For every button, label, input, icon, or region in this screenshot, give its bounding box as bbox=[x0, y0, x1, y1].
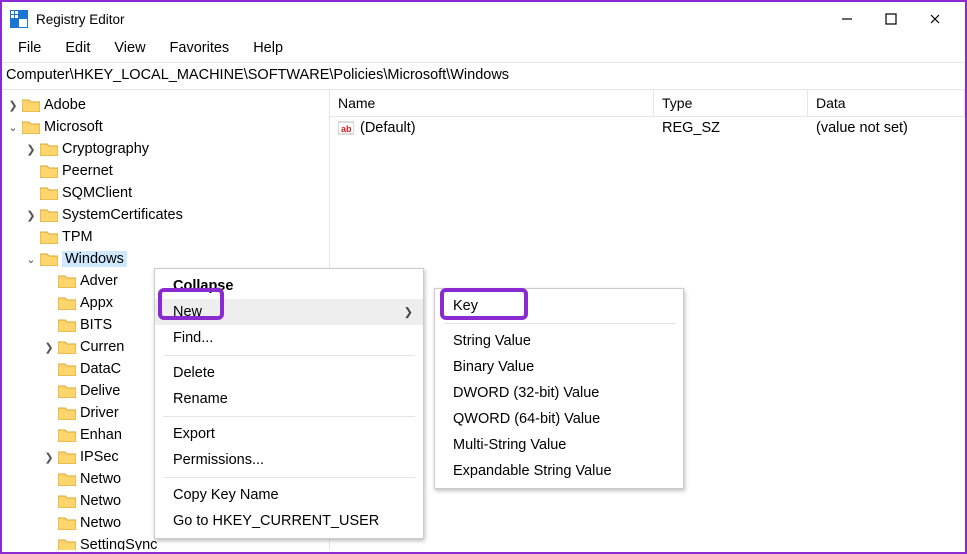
folder-icon bbox=[58, 450, 76, 464]
ctxmenu-copykeyname[interactable]: Copy Key Name bbox=[155, 482, 423, 508]
chevron-down-icon[interactable]: ⌄ bbox=[24, 253, 38, 266]
chevron-right-icon[interactable]: ❯ bbox=[42, 451, 56, 464]
ctxmenu-rename[interactable]: Rename bbox=[155, 386, 423, 412]
submenu-expandable[interactable]: Expandable String Value bbox=[435, 458, 683, 484]
folder-icon bbox=[58, 406, 76, 420]
folder-icon bbox=[58, 516, 76, 530]
ctxmenu-collapse[interactable]: Collapse bbox=[155, 273, 423, 299]
ctxmenu-find[interactable]: Find... bbox=[155, 325, 423, 351]
folder-icon bbox=[58, 296, 76, 310]
context-menu: Collapse New❯ Find... Delete Rename Expo… bbox=[154, 268, 424, 539]
folder-icon bbox=[22, 120, 40, 134]
address-bar[interactable]: Computer\HKEY_LOCAL_MACHINE\SOFTWARE\Pol… bbox=[2, 63, 965, 90]
submenu-string[interactable]: String Value bbox=[435, 328, 683, 354]
list-row-default[interactable]: ab (Default) REG_SZ (value not set) bbox=[330, 117, 965, 139]
folder-icon bbox=[58, 494, 76, 508]
submenu-qword[interactable]: QWORD (64-bit) Value bbox=[435, 406, 683, 432]
tree-node-sqmclient[interactable]: SQMClient bbox=[2, 182, 329, 204]
chevron-right-icon[interactable]: ❯ bbox=[42, 341, 56, 354]
folder-icon bbox=[40, 142, 58, 156]
tree-node-adobe[interactable]: ❯Adobe bbox=[2, 94, 329, 116]
ctxmenu-goto[interactable]: Go to HKEY_CURRENT_USER bbox=[155, 508, 423, 534]
ctxmenu-permissions[interactable]: Permissions... bbox=[155, 447, 423, 473]
tree-node-cryptography[interactable]: ❯Cryptography bbox=[2, 138, 329, 160]
string-value-icon: ab bbox=[338, 120, 354, 136]
title-bar: Registry Editor bbox=[2, 2, 965, 36]
folder-icon bbox=[58, 318, 76, 332]
menu-edit[interactable]: Edit bbox=[55, 38, 100, 58]
folder-icon bbox=[58, 472, 76, 486]
tree-node-tpm[interactable]: TPM bbox=[2, 226, 329, 248]
col-type[interactable]: Type bbox=[654, 90, 808, 116]
ctxmenu-new[interactable]: New❯ bbox=[155, 299, 423, 325]
app-icon bbox=[10, 10, 28, 28]
value-name: (Default) bbox=[360, 120, 416, 136]
submenu-key[interactable]: Key bbox=[435, 293, 683, 319]
tree-node-windows[interactable]: ⌄Windows bbox=[2, 248, 329, 270]
folder-icon bbox=[58, 340, 76, 354]
menu-help[interactable]: Help bbox=[243, 38, 293, 58]
minimize-button[interactable] bbox=[831, 7, 863, 31]
value-data: (value not set) bbox=[808, 117, 965, 139]
chevron-right-icon[interactable]: ❯ bbox=[24, 143, 38, 156]
folder-icon bbox=[40, 230, 58, 244]
col-data[interactable]: Data bbox=[808, 90, 965, 116]
ctxmenu-delete[interactable]: Delete bbox=[155, 360, 423, 386]
menu-bar: File Edit View Favorites Help bbox=[2, 36, 965, 62]
maximize-button[interactable] bbox=[875, 7, 907, 31]
tree-node-microsoft[interactable]: ⌄Microsoft bbox=[2, 116, 329, 138]
ctxmenu-export[interactable]: Export bbox=[155, 421, 423, 447]
submenu-binary[interactable]: Binary Value bbox=[435, 354, 683, 380]
col-name[interactable]: Name bbox=[330, 90, 654, 116]
submenu-multistring[interactable]: Multi-String Value bbox=[435, 432, 683, 458]
chevron-right-icon: ❯ bbox=[404, 306, 413, 319]
folder-icon bbox=[22, 98, 40, 112]
chevron-right-icon[interactable]: ❯ bbox=[24, 209, 38, 222]
folder-icon bbox=[58, 428, 76, 442]
menu-favorites[interactable]: Favorites bbox=[160, 38, 240, 58]
folder-icon bbox=[40, 252, 58, 266]
submenu-new: Key String Value Binary Value DWORD (32-… bbox=[434, 288, 684, 489]
folder-icon bbox=[58, 362, 76, 376]
folder-icon bbox=[40, 164, 58, 178]
folder-icon bbox=[40, 186, 58, 200]
menu-view[interactable]: View bbox=[104, 38, 155, 58]
tree-node-peernet[interactable]: Peernet bbox=[2, 160, 329, 182]
menu-file[interactable]: File bbox=[8, 38, 51, 58]
folder-icon bbox=[40, 208, 58, 222]
list-header: Name Type Data bbox=[330, 90, 965, 117]
window-title: Registry Editor bbox=[36, 12, 831, 27]
submenu-dword[interactable]: DWORD (32-bit) Value bbox=[435, 380, 683, 406]
chevron-down-icon[interactable]: ⌄ bbox=[6, 121, 20, 134]
tree-node-systemcertificates[interactable]: ❯SystemCertificates bbox=[2, 204, 329, 226]
value-type: REG_SZ bbox=[654, 117, 808, 139]
chevron-right-icon[interactable]: ❯ bbox=[6, 99, 20, 112]
folder-icon bbox=[58, 538, 76, 550]
folder-icon bbox=[58, 274, 76, 288]
close-button[interactable] bbox=[919, 7, 951, 31]
folder-icon bbox=[58, 384, 76, 398]
svg-text:ab: ab bbox=[341, 124, 352, 134]
